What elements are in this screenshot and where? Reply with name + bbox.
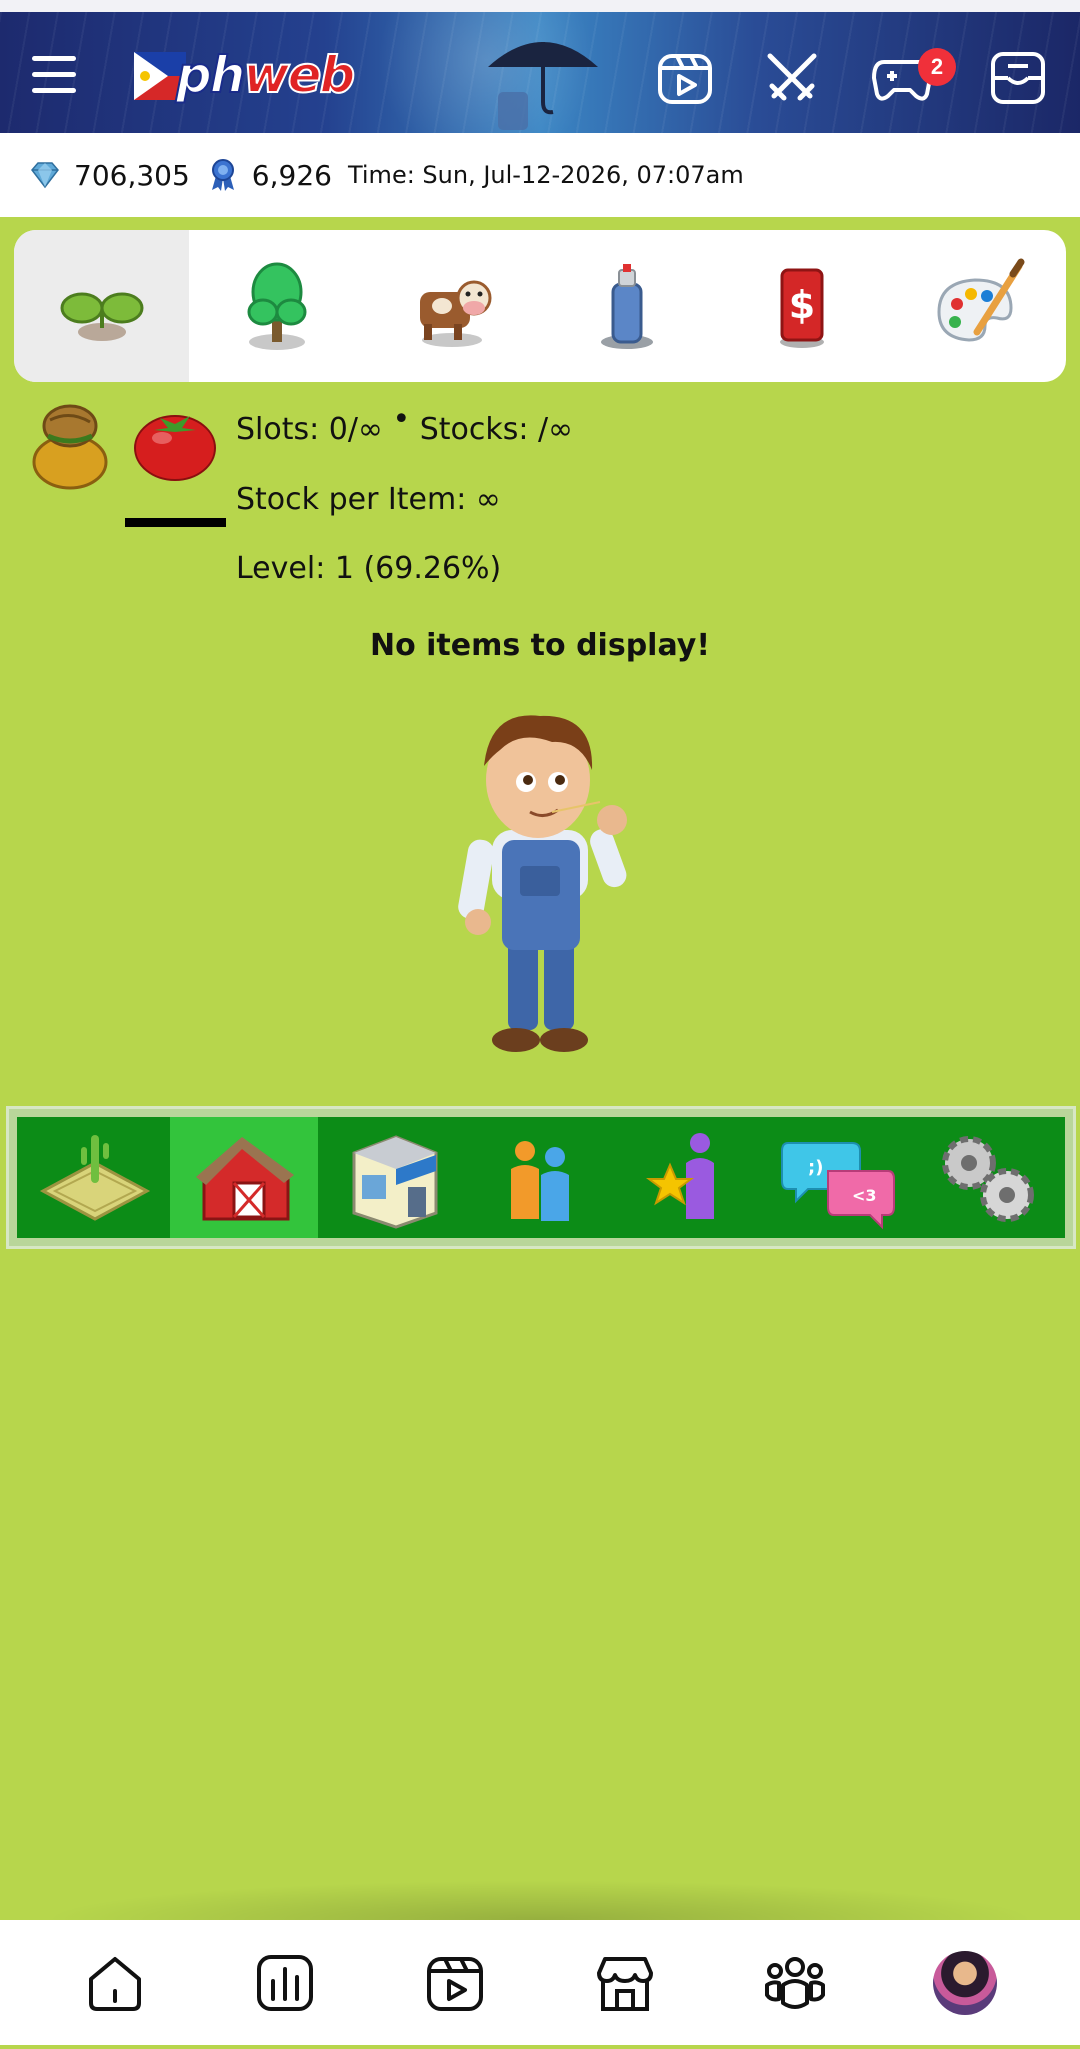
tab-spray[interactable]: [539, 230, 714, 382]
tab-cash[interactable]: $: [714, 230, 889, 382]
svg-text:;): ;): [808, 1157, 823, 1178]
app-header: phweb 2: [0, 12, 1080, 133]
phweb-logo[interactable]: phweb: [130, 42, 356, 106]
groups-icon[interactable]: [763, 1951, 827, 2015]
stock-per-item-text: Stock per Item: ∞: [236, 482, 501, 517]
umbrella-icon: [488, 42, 598, 130]
seed-bag-icon[interactable]: [30, 400, 110, 490]
level-text: Level: 1 (69.26%): [236, 551, 502, 586]
bottom-nav-bar: [0, 1920, 1080, 2049]
tab-animals[interactable]: [364, 230, 539, 382]
paint-palette-icon: [936, 258, 1024, 342]
svg-text:$: $: [788, 283, 814, 327]
currency-bar: 706,305 6,926 Time: Sun, Jul-12-2026, 07…: [0, 133, 1080, 217]
farmer-character-illustration: [458, 715, 627, 1052]
diamond-icon: [31, 162, 59, 189]
tab-seeds[interactable]: [14, 230, 189, 382]
status-strip: [0, 0, 1080, 12]
nav-neighbors[interactable]: [467, 1117, 616, 1238]
notification-badge: 2: [918, 48, 956, 86]
ribbon-count: 6,926: [251, 158, 332, 192]
chat-bubbles-icon: ;) <3: [781, 1141, 896, 1229]
separator-dot: •: [392, 402, 411, 437]
nav-shadow: [40, 1880, 1040, 1920]
svg-text:<3: <3: [852, 1186, 877, 1205]
logo-text: phweb: [175, 45, 356, 105]
battle-swords-icon[interactable]: [762, 48, 822, 108]
stats-icon[interactable]: [253, 1951, 317, 2015]
sprout-icon: [60, 292, 143, 341]
inbox-icon[interactable]: [988, 48, 1048, 108]
diamond-count: 706,305: [74, 158, 190, 192]
slots-stocks-line: Slots: 0/∞ • Stocks: /∞: [236, 402, 574, 447]
video-reels-icon[interactable]: [655, 48, 715, 108]
nav-settings[interactable]: [912, 1117, 1061, 1238]
nav-achievements[interactable]: [615, 1117, 764, 1238]
cow-icon: [419, 280, 491, 347]
gears-icon: [941, 1135, 1034, 1222]
empty-message: No items to display!: [369, 628, 711, 663]
tab-trees[interactable]: [189, 230, 364, 382]
slots-text: Slots: 0/∞: [236, 412, 383, 447]
nav-chat[interactable]: ;) <3: [764, 1117, 913, 1238]
tree-icon: [247, 262, 306, 350]
nav-shop[interactable]: [318, 1117, 467, 1238]
game-nav-bar: ;) <3: [6, 1106, 1076, 1249]
reels-icon[interactable]: [423, 1951, 487, 2015]
dollar-card-icon: $: [779, 268, 824, 348]
store-icon[interactable]: [593, 1951, 657, 2015]
nav-barn[interactable]: [169, 1117, 319, 1238]
star-person-icon: [645, 1132, 714, 1219]
selected-item-indicator: [125, 518, 226, 527]
spray-can-icon: [600, 264, 653, 349]
tomato-icon[interactable]: [130, 400, 220, 484]
shop-icon: [352, 1134, 438, 1229]
home-icon[interactable]: [83, 1951, 147, 2015]
stocks-text: Stocks: /∞: [419, 412, 574, 447]
server-time: Time: Sun, Jul-12-2026, 07:07am: [347, 161, 744, 189]
farm-field-icon: [40, 1134, 151, 1221]
menu-icon[interactable]: [32, 56, 76, 96]
people-icon: [511, 1140, 570, 1221]
profile-avatar[interactable]: [933, 1950, 997, 2015]
category-tabs: $: [14, 230, 1066, 382]
ribbon-award-icon: [211, 159, 234, 191]
tab-decor[interactable]: [889, 230, 1064, 382]
nav-farm[interactable]: [21, 1117, 170, 1238]
barn-icon: [195, 1136, 294, 1220]
